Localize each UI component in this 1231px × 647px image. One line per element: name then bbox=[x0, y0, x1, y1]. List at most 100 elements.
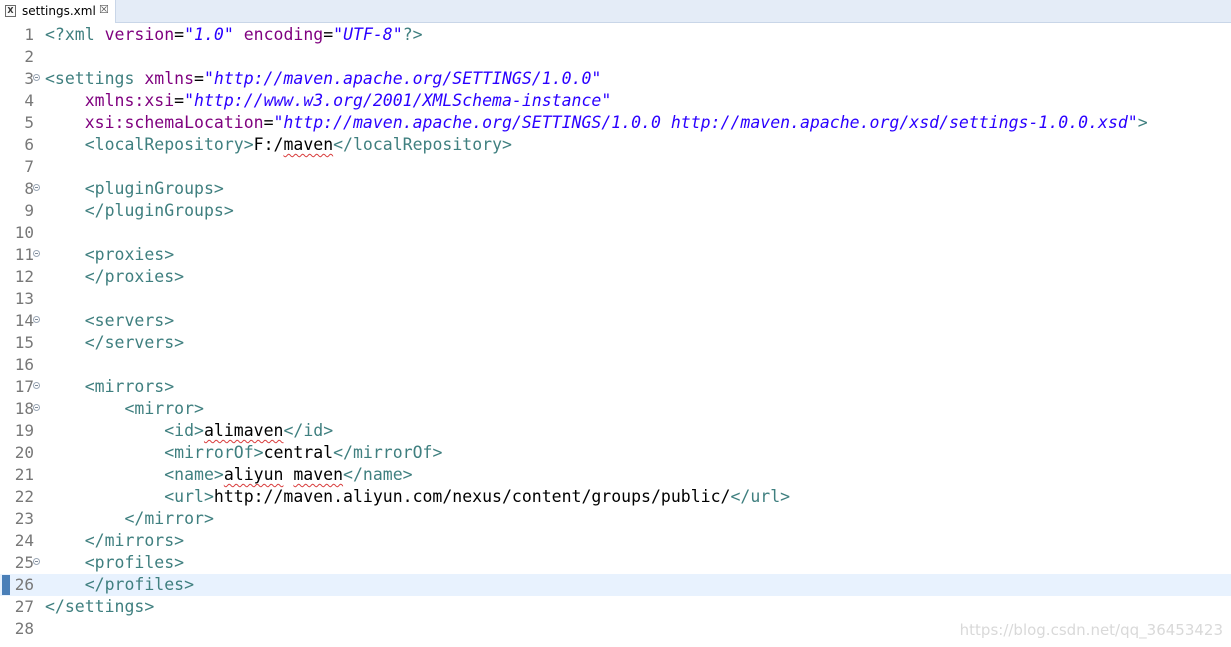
code-line[interactable]: 16 bbox=[0, 354, 1231, 376]
code-line[interactable]: 24 </mirrors> bbox=[0, 530, 1231, 552]
code-token: </settings> bbox=[45, 597, 155, 616]
code-line[interactable]: 10 bbox=[0, 222, 1231, 244]
code-token: > bbox=[1137, 113, 1148, 132]
fold-toggle-icon[interactable] bbox=[33, 74, 40, 81]
line-number: 5 bbox=[24, 113, 34, 132]
code-line[interactable]: 14 <servers> bbox=[0, 310, 1231, 332]
code-token: </profiles> bbox=[84, 575, 195, 594]
code-line[interactable]: 25 <profiles> bbox=[0, 552, 1231, 574]
code-line[interactable]: 11 <proxies> bbox=[0, 244, 1231, 266]
line-code: <mirrors> bbox=[45, 376, 174, 398]
line-code: <?xml version="1.0" encoding="UTF-8"?> bbox=[45, 24, 423, 46]
code-line[interactable]: 27 </settings> bbox=[0, 596, 1231, 618]
xml-editor[interactable]: 1 <?xml version="1.0" encoding="UTF-8"?> 2… bbox=[0, 23, 1231, 647]
code-line[interactable]: 18 <mirror> bbox=[0, 398, 1231, 420]
fold-toggle-icon[interactable] bbox=[33, 184, 40, 191]
line-code: <servers> bbox=[45, 310, 174, 332]
editor-tab-bar: X settings.xml ☒ bbox=[0, 0, 1231, 23]
code-line[interactable]: 19 <id>alimaven</id> bbox=[0, 420, 1231, 442]
code-line[interactable]: 1 <?xml version="1.0" encoding="UTF-8"?> bbox=[0, 24, 1231, 46]
code-line[interactable]: 7 bbox=[0, 156, 1231, 178]
code-token: xmlns:xsi bbox=[84, 91, 175, 110]
code-line[interactable]: 5 xsi:schemaLocation="http://maven.apach… bbox=[0, 112, 1231, 134]
code-line[interactable]: 3 <settings xmlns="http://maven.apache.or… bbox=[0, 68, 1231, 90]
code-line[interactable]: 20 <mirrorOf>central</mirrorOf> bbox=[0, 442, 1231, 464]
code-line[interactable]: 4 xmlns:xsi="http://www.w3.org/2001/XMLS… bbox=[0, 90, 1231, 112]
code-line[interactable]: 8 <pluginGroups> bbox=[0, 178, 1231, 200]
code-token: "1.0" bbox=[184, 25, 234, 44]
line-code: </mirrors> bbox=[45, 530, 184, 552]
line-number: 15 bbox=[14, 333, 34, 352]
line-code: </profiles> bbox=[45, 574, 194, 596]
code-token: encoding bbox=[243, 25, 324, 44]
code-line[interactable]: 23 </mirror> bbox=[0, 508, 1231, 530]
code-line[interactable]: 21 <name>aliyun maven</name> bbox=[0, 464, 1231, 486]
code-token: </mirrors> bbox=[84, 531, 185, 550]
code-token: = bbox=[174, 91, 185, 110]
code-line[interactable]: 22 <url>http://maven.aliyun.com/nexus/co… bbox=[0, 486, 1231, 508]
line-code: </settings> bbox=[45, 596, 154, 618]
line-number: 23 bbox=[14, 509, 34, 528]
code-line[interactable]: 17 <mirrors> bbox=[0, 376, 1231, 398]
code-token: "http://maven.apache.org/SETTINGS/1.0.0 … bbox=[273, 113, 1138, 132]
code-token: xmlns bbox=[144, 69, 195, 88]
line-number: 27 bbox=[14, 597, 34, 616]
code-line[interactable]: 12 </proxies> bbox=[0, 266, 1231, 288]
close-icon[interactable]: ☒ bbox=[99, 3, 109, 16]
code-token: maven bbox=[293, 465, 344, 484]
line-code: <pluginGroups> bbox=[45, 178, 224, 200]
code-line[interactable]: 2 bbox=[0, 46, 1231, 68]
code-token: <settings bbox=[45, 69, 135, 88]
line-code: <mirror> bbox=[45, 398, 203, 420]
code-token: <profiles> bbox=[84, 553, 185, 572]
fold-toggle-icon[interactable] bbox=[33, 250, 40, 257]
line-number: 8 bbox=[24, 179, 34, 198]
fold-toggle-icon[interactable] bbox=[33, 404, 40, 411]
line-code: <id>alimaven</id> bbox=[45, 420, 333, 442]
code-token: ?> bbox=[402, 25, 423, 44]
code-line[interactable]: 26 </profiles> bbox=[0, 574, 1231, 596]
code-line[interactable]: 15 </servers> bbox=[0, 332, 1231, 354]
code-token: </mirrorOf> bbox=[333, 443, 443, 462]
code-token: = bbox=[323, 25, 334, 44]
code-line[interactable]: 13 bbox=[0, 288, 1231, 310]
code-token: </localRepository> bbox=[333, 135, 512, 154]
code-line[interactable]: 9 </pluginGroups> bbox=[0, 200, 1231, 222]
code-token: </servers> bbox=[84, 333, 185, 352]
code-token: <servers> bbox=[84, 311, 175, 330]
code-token: </proxies> bbox=[84, 267, 185, 286]
fold-toggle-icon[interactable] bbox=[33, 316, 40, 323]
tab-settings-xml[interactable]: X settings.xml ☒ bbox=[0, 0, 116, 23]
code-token: = bbox=[194, 69, 204, 88]
code-token: "http://www.w3.org/2001/XMLSchema-instan… bbox=[184, 91, 612, 110]
line-number: 10 bbox=[14, 223, 34, 242]
line-number: 24 bbox=[14, 531, 34, 550]
code-token: <mirrorOf> bbox=[164, 443, 264, 462]
line-code: xsi:schemaLocation="http://maven.apache.… bbox=[45, 112, 1148, 134]
line-number: 4 bbox=[24, 91, 34, 110]
code-token: "http://maven.apache.org/SETTINGS/1.0.0" bbox=[203, 69, 602, 88]
line-number: 28 bbox=[14, 619, 34, 638]
code-token: aliyun bbox=[223, 465, 284, 484]
line-number: 11 bbox=[14, 245, 34, 264]
code-token: maven bbox=[283, 135, 334, 154]
code-token: central bbox=[263, 443, 334, 462]
fold-toggle-icon[interactable] bbox=[33, 558, 40, 565]
code-token: alimaven bbox=[203, 421, 284, 440]
fold-toggle-icon[interactable] bbox=[33, 382, 40, 389]
code-token: <name> bbox=[164, 465, 224, 484]
line-number: 25 bbox=[14, 553, 34, 572]
line-number: 2 bbox=[24, 47, 34, 66]
code-line[interactable]: 6 <localRepository>F:/maven</localReposi… bbox=[0, 134, 1231, 156]
